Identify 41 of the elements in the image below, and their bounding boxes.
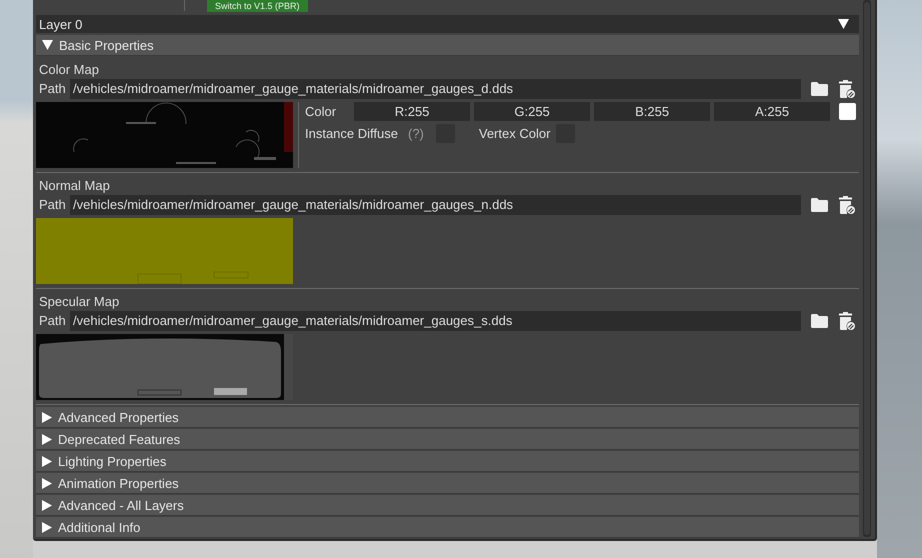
- section-label: Specular Map: [38, 293, 120, 310]
- section-header[interactable]: Advanced Properties: [36, 407, 860, 428]
- trash-icon[interactable]: [838, 311, 855, 330]
- help-hint[interactable]: (?): [408, 126, 424, 141]
- section-label: Color Map: [38, 61, 100, 78]
- caret-right-icon: [42, 456, 52, 466]
- path-label: Path: [39, 197, 66, 212]
- path-field[interactable]: /vehicles/midroamer/midroamer_gauge_materials/midroamer_gauges_n.dds: [70, 194, 801, 214]
- section-header[interactable]: Basic Properties: [36, 35, 860, 56]
- section-header[interactable]: Animation Properties: [36, 473, 860, 494]
- caret-right-icon: [42, 434, 52, 444]
- section-header[interactable]: Lighting Properties: [36, 451, 860, 472]
- folder-icon[interactable]: [811, 314, 828, 328]
- color-label: Color: [305, 104, 336, 119]
- trash-icon[interactable]: [838, 195, 855, 214]
- color-channel-field[interactable]: G:255: [474, 102, 590, 121]
- caret-down-icon: [838, 19, 850, 30]
- checkbox-label: Instance Diffuse: [305, 126, 398, 141]
- path-field[interactable]: /vehicles/midroamer/midroamer_gauge_materials/midroamer_gauges_d.dds: [70, 78, 801, 98]
- section-header[interactable]: Additional Info: [36, 517, 860, 538]
- color-swatch[interactable]: [839, 103, 856, 120]
- color-channel-field[interactable]: A:255: [714, 102, 830, 121]
- section-label: Normal Map: [38, 177, 111, 194]
- caret-down-icon: [42, 40, 53, 50]
- caret-right-icon: [42, 522, 52, 532]
- caret-right-icon: [42, 478, 52, 488]
- checkbox-label: Vertex Color: [478, 126, 550, 141]
- layer-dropdown[interactable]: Layer 0: [36, 15, 860, 33]
- color-channel-field[interactable]: B:255: [594, 102, 710, 121]
- path-label: Path: [39, 81, 66, 96]
- path-label: Path: [39, 313, 66, 328]
- caret-right-icon: [42, 412, 52, 422]
- trash-icon[interactable]: [838, 79, 855, 98]
- color-channel-field[interactable]: R:255: [354, 102, 470, 121]
- switch-version-button[interactable]: Switch to V1.5 (PBR): [207, 0, 308, 12]
- caret-right-icon: [42, 500, 52, 510]
- folder-icon[interactable]: [811, 198, 828, 212]
- section-header[interactable]: Deprecated Features: [36, 429, 860, 450]
- folder-icon[interactable]: [811, 82, 828, 96]
- path-field[interactable]: /vehicles/midroamer/midroamer_gauge_materials/midroamer_gauges_s.dds: [70, 310, 801, 330]
- section-header[interactable]: Advanced - All Layers: [36, 495, 860, 516]
